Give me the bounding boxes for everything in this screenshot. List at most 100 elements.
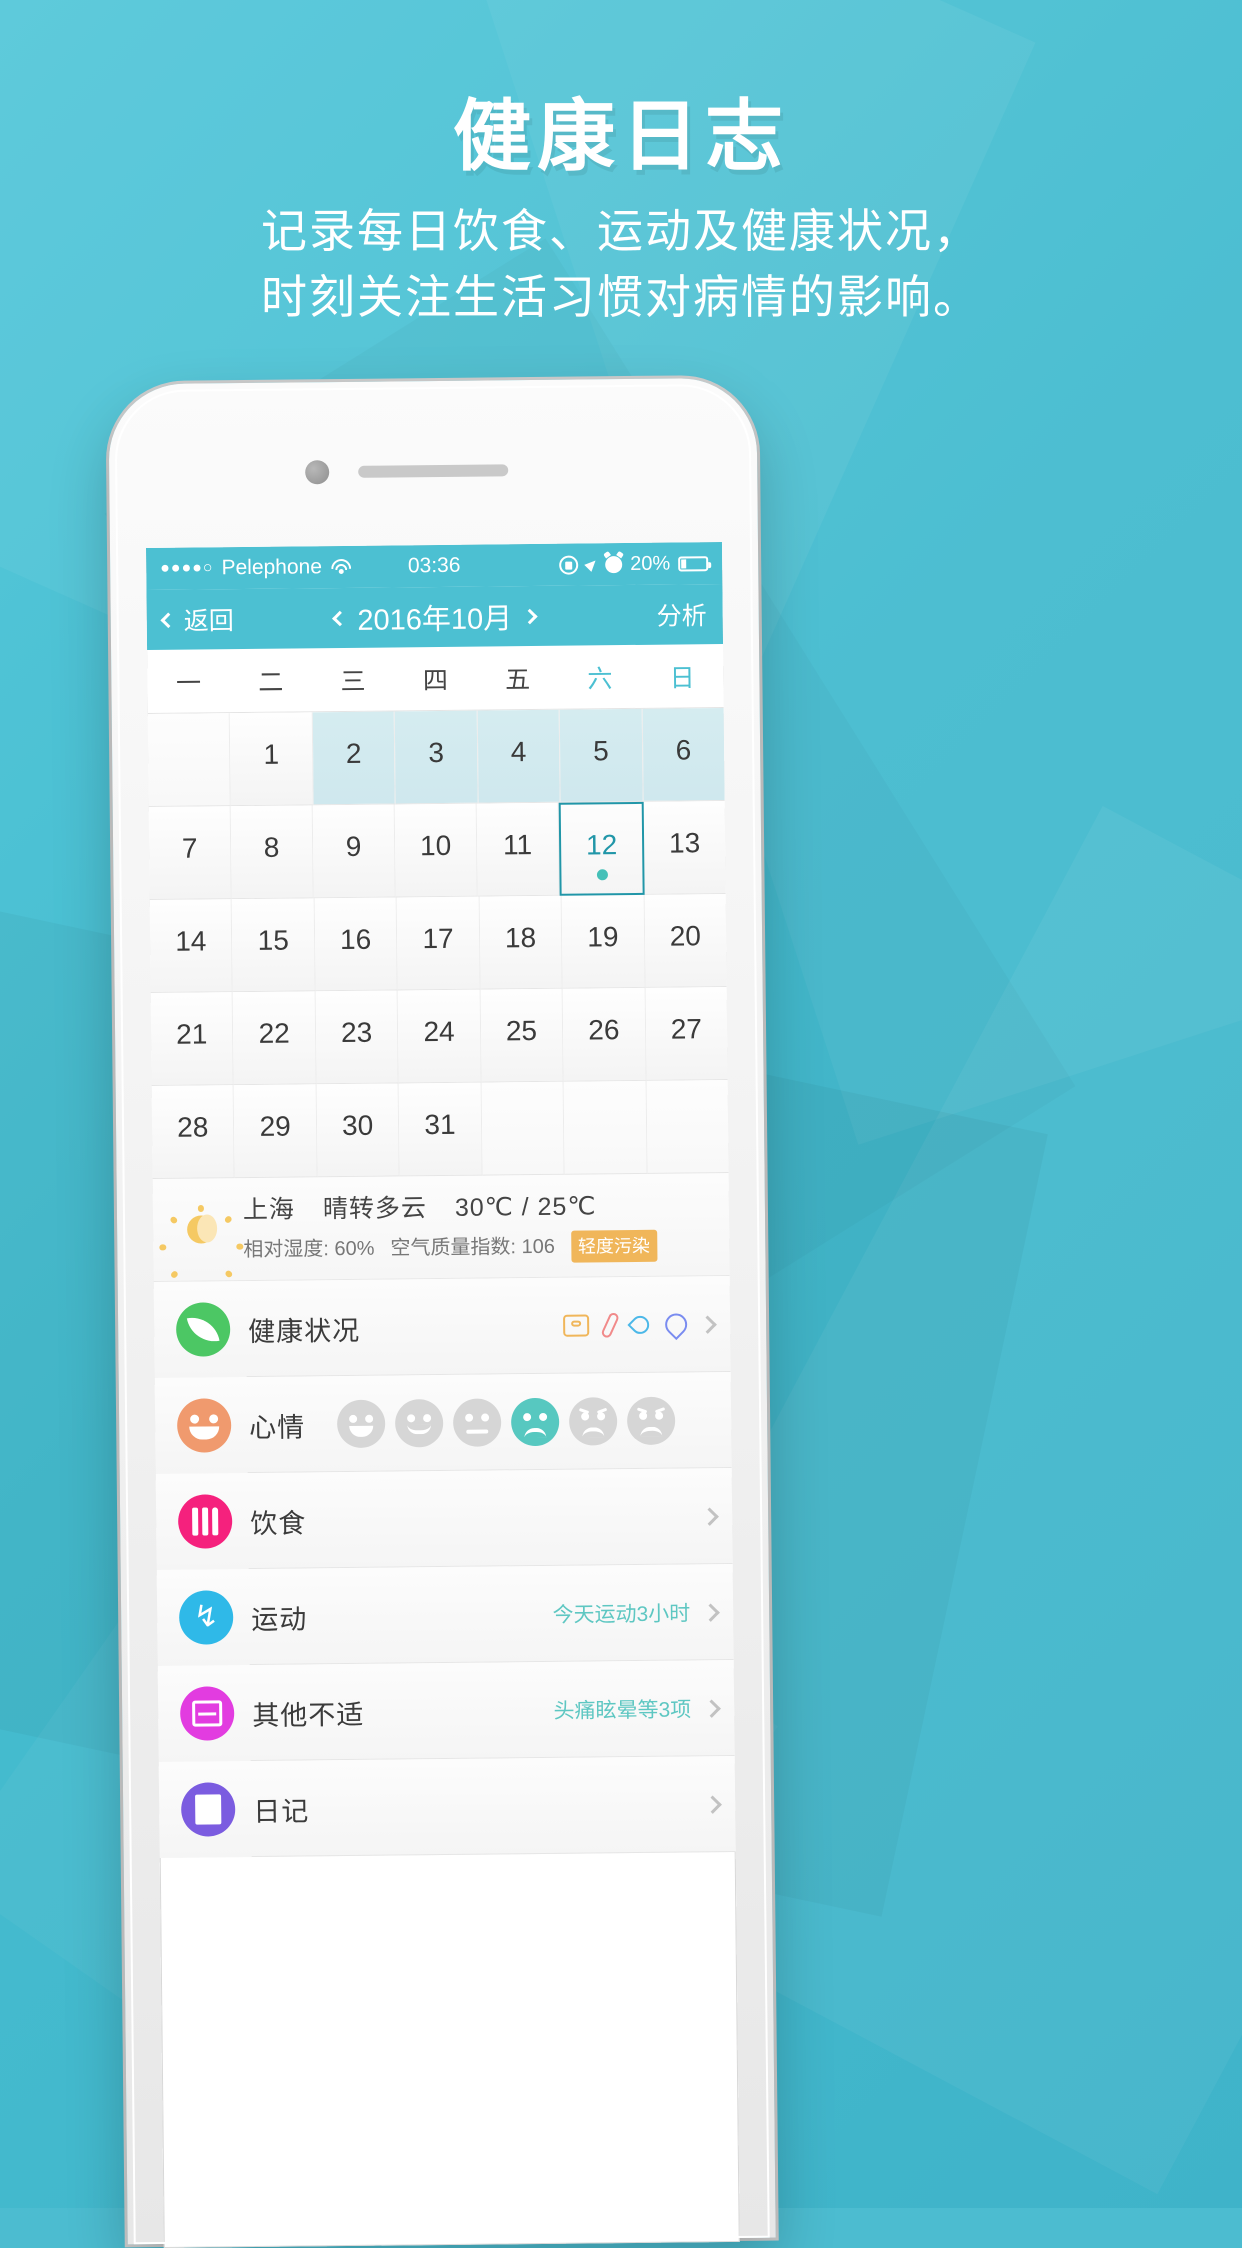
weekday-1: 二 <box>258 668 284 697</box>
entry-value-discomfort: 头痛眩晕等3项 <box>553 1698 692 1724</box>
weather-humidity: 相对湿度: 60% <box>243 1237 375 1261</box>
calendar-cell-31[interactable]: 31 <box>398 1082 483 1177</box>
calendar-cell-9[interactable]: 9 <box>312 804 396 899</box>
mood-face-neutral[interactable] <box>452 1398 502 1448</box>
calendar-day-number: 27 <box>670 1013 703 1045</box>
calendar-cell-7[interactable]: 7 <box>148 806 232 901</box>
calendar-cell-5[interactable]: 5 <box>559 708 644 803</box>
calendar-cell-28[interactable]: 28 <box>151 1085 236 1180</box>
leaf-icon <box>175 1302 231 1358</box>
entry-row-diet[interactable]: 饮食 <box>155 1468 733 1571</box>
calendar-cell-empty <box>481 1081 565 1176</box>
calendar-week-row: 1 2 3 4 5 6 <box>147 708 725 808</box>
calendar-cell-10[interactable]: 10 <box>394 803 478 898</box>
calendar-day-number: 5 <box>593 735 609 767</box>
entry-label-exercise: 运动 <box>251 1604 308 1635</box>
calendar-cell-30[interactable]: 30 <box>316 1083 400 1178</box>
analysis-button[interactable]: 分析 <box>657 596 707 633</box>
calendar-cell-22[interactable]: 22 <box>233 991 317 1086</box>
promo-subtitle-line1: 记录每日饮食、运动及健康状况， <box>261 204 981 257</box>
battery-icon <box>678 555 709 571</box>
weather-city: 上海 <box>242 1195 296 1225</box>
mood-face-smile[interactable] <box>394 1399 444 1448</box>
status-bar: ●●●●○ Pelephone 03:36 20% <box>145 542 723 591</box>
phone-mockup: ●●●●○ Pelephone 03:36 20% 返回 2016年10月 分析… <box>108 377 776 2248</box>
thermometer-icon[interactable] <box>600 1311 621 1340</box>
mood-face-sad[interactable] <box>510 1398 560 1447</box>
calendar-cell-12[interactable]: 12 <box>558 801 645 896</box>
calendar-cell-6[interactable]: 6 <box>642 708 725 802</box>
calendar-day-number: 6 <box>675 734 692 766</box>
calendar-day-number: 12 <box>585 828 618 860</box>
entry-row-diary[interactable]: 日记 <box>158 1756 736 1859</box>
calendar-cell-26[interactable]: 26 <box>562 987 647 1082</box>
entry-row-exercise[interactable]: ↯ 运动 今天运动3小时 <box>156 1564 734 1667</box>
mood-face-happy[interactable] <box>336 1399 386 1449</box>
calendar-cell-19[interactable]: 19 <box>561 894 646 989</box>
calendar-cell-24[interactable]: 24 <box>397 989 482 1084</box>
calendar-day-number: 11 <box>502 829 533 861</box>
calendar-day-number: 19 <box>587 921 619 953</box>
month-selector: 2016年10月 <box>332 595 538 639</box>
calendar-cell-14[interactable]: 14 <box>149 899 234 994</box>
weather-row[interactable]: 上海 晴转多云 30℃ / 25℃ 相对湿度: 60% 空气质量指数: 106 … <box>152 1172 730 1290</box>
mood-face-upset[interactable] <box>626 1396 676 1446</box>
calendar-cell-27[interactable]: 27 <box>645 987 728 1081</box>
calendar-cell-17[interactable]: 17 <box>396 896 481 991</box>
chevron-right-icon <box>698 1315 717 1334</box>
calendar-cell-21[interactable]: 21 <box>150 992 235 1087</box>
status-time: 03:36 <box>407 553 461 578</box>
calendar-cell-3[interactable]: 3 <box>394 710 479 805</box>
calendar-cell-15[interactable]: 15 <box>232 898 316 993</box>
calendar-cell-11[interactable]: 11 <box>476 802 560 897</box>
calendar-week-row: 21 22 23 24 25 26 27 <box>150 987 728 1087</box>
scale-icon[interactable] <box>563 1314 590 1338</box>
calendar-cell-20[interactable]: 20 <box>644 894 727 988</box>
calendar-cell-4[interactable]: 4 <box>477 709 561 804</box>
calendar-cell-8[interactable]: 8 <box>230 805 314 900</box>
back-button-label: 返回 <box>183 607 234 636</box>
stethoscope-icon[interactable] <box>660 1309 692 1341</box>
calendar-day-number: 18 <box>504 921 537 954</box>
smiley-icon <box>181 1403 227 1449</box>
back-button[interactable]: 返回 <box>160 601 234 638</box>
rotation-lock-icon <box>559 555 579 575</box>
calendar-day-number: 2 <box>345 737 362 769</box>
calendar-week-row: 7 8 9 10 11 12 13 <box>148 801 726 901</box>
calendar-cell-25[interactable]: 25 <box>480 988 564 1083</box>
calendar-cell-1[interactable]: 1 <box>230 712 314 807</box>
calendar-cell-16[interactable]: 16 <box>314 897 398 992</box>
front-camera-icon <box>305 460 330 485</box>
mood-face-worried[interactable] <box>568 1397 618 1447</box>
calendar-day-number: 3 <box>428 736 445 769</box>
calendar-cell-18[interactable]: 18 <box>479 895 563 990</box>
promo-subtitle-line2: 时刻关注生活习惯对病情的影响。 <box>261 270 981 323</box>
calendar-cell-empty <box>563 1080 648 1175</box>
calendar-day-number: 23 <box>340 1016 373 1049</box>
weekday-6: 日 <box>669 663 695 693</box>
weather-condition: 晴转多云 <box>322 1194 428 1224</box>
prev-month-icon[interactable] <box>332 610 348 626</box>
calendar-day-number: 21 <box>176 1018 208 1050</box>
calendar-day-number: 30 <box>341 1109 374 1142</box>
entry-row-mood[interactable]: 心情 <box>154 1372 732 1475</box>
calendar-cell-23[interactable]: 23 <box>315 990 399 1085</box>
battery-percent-label: 20% <box>630 552 671 575</box>
mood-selector <box>336 1396 676 1449</box>
blood-drop-icon[interactable] <box>627 1312 653 1338</box>
location-arrow-icon <box>584 556 600 572</box>
calendar-cell-empty <box>147 713 232 808</box>
entry-row-discomfort[interactable]: 其他不适 头痛眩晕等3项 <box>157 1660 735 1763</box>
calendar-cell-empty <box>646 1079 729 1174</box>
calendar-day-number: 14 <box>175 925 207 957</box>
entry-right-discomfort: 头痛眩晕等3项 <box>553 1693 721 1725</box>
calendar-cell-29[interactable]: 29 <box>234 1084 318 1179</box>
entry-right-exercise: 今天运动3小时 <box>552 1597 720 1629</box>
calendar-cell-13[interactable]: 13 <box>643 801 726 895</box>
calendar-day-number: 29 <box>259 1110 291 1142</box>
calendar-cell-2[interactable]: 2 <box>312 711 396 806</box>
next-month-icon[interactable] <box>521 608 538 624</box>
entry-row-health-status[interactable]: 健康状况 <box>153 1276 731 1379</box>
weekday-4: 五 <box>504 665 531 694</box>
entry-label-mood: 心情 <box>249 1412 306 1443</box>
